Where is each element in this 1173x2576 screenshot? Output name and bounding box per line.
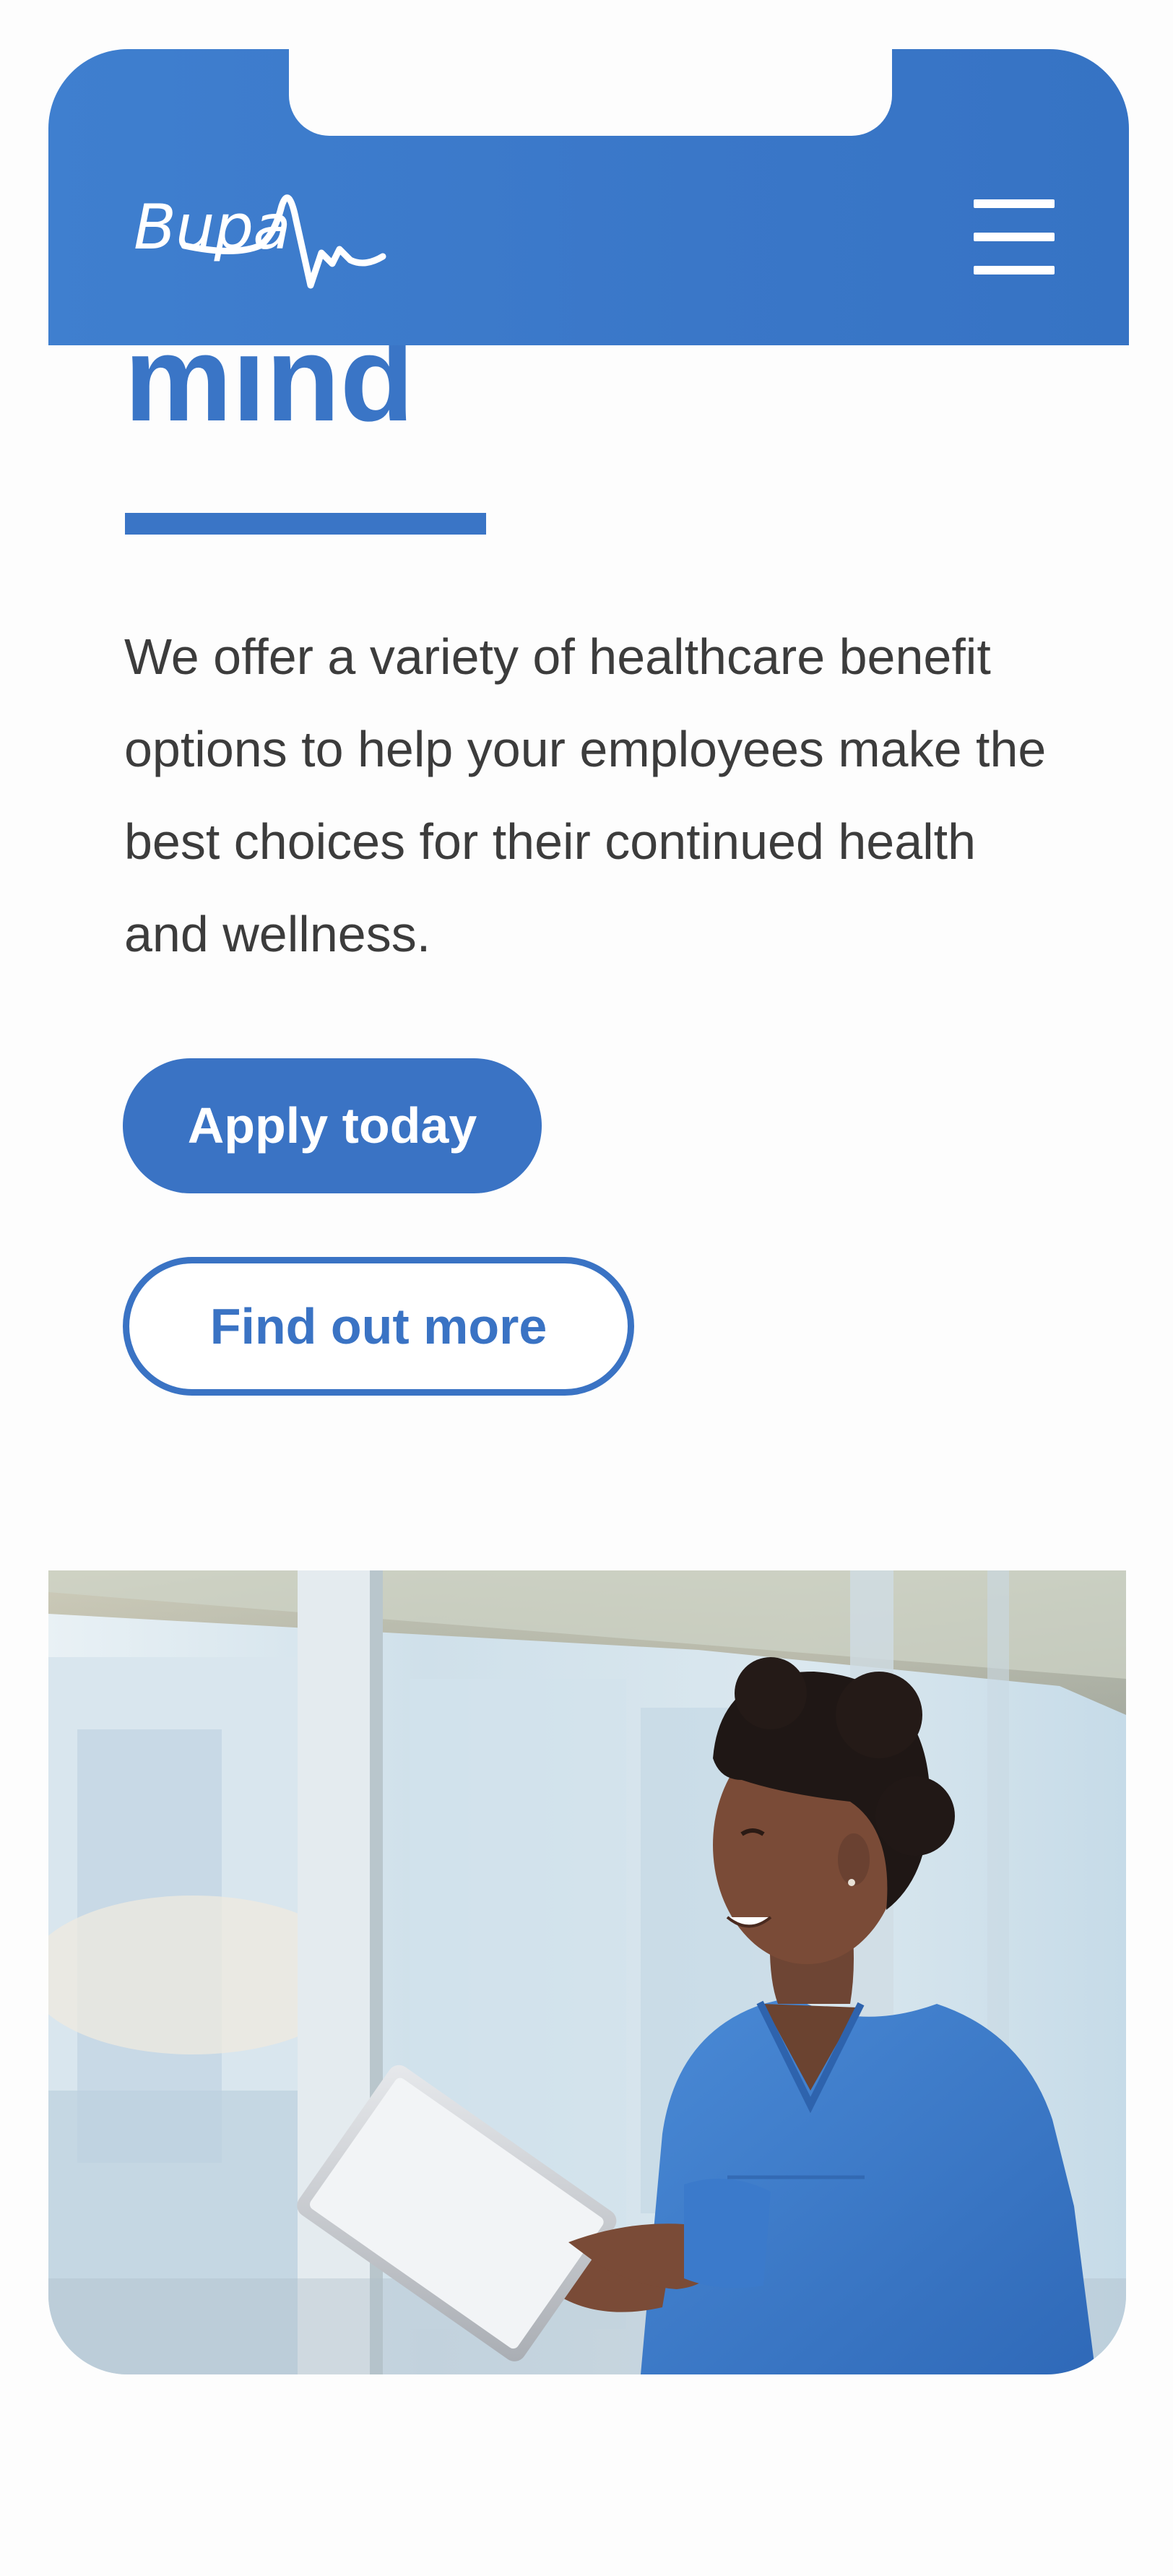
nurse-with-tablet-image [48, 1570, 1126, 2374]
menu-line [974, 199, 1055, 208]
title-underline [125, 513, 486, 535]
bupa-logo[interactable]: Bupa [134, 177, 386, 300]
page: mind We offer a variety of healthcare be… [0, 0, 1173, 2576]
apply-today-button[interactable]: Apply today [123, 1058, 542, 1193]
find-out-more-button[interactable]: Find out more [123, 1257, 634, 1396]
menu-line [974, 233, 1055, 241]
menu-line [974, 266, 1055, 275]
device-notch [289, 49, 892, 136]
intro-text: We offer a variety of healthcare benefit… [124, 628, 1047, 962]
hamburger-menu-icon[interactable] [966, 195, 1060, 282]
heartbeat-icon [181, 194, 386, 289]
hero-image [48, 1570, 1126, 2374]
